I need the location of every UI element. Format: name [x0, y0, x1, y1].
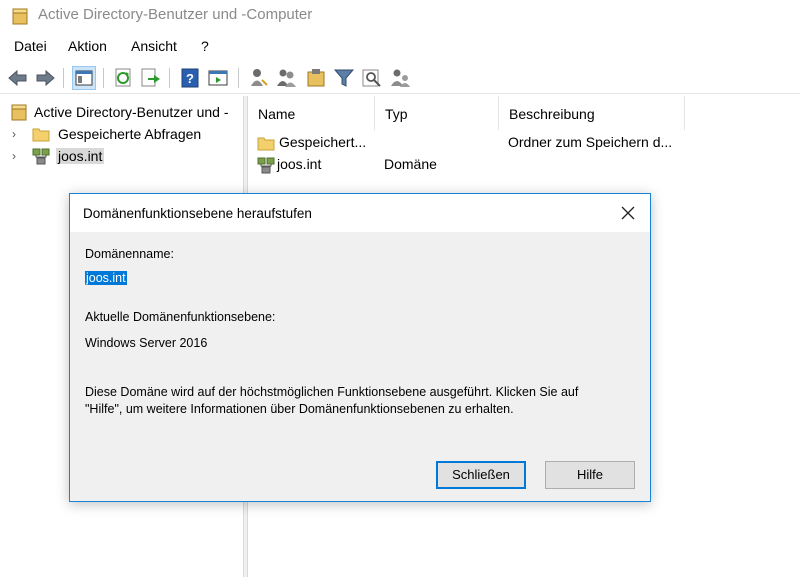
export-list-icon[interactable] [139, 66, 163, 90]
menu-aktion[interactable]: Aktion [68, 38, 107, 54]
domain-icon [32, 148, 50, 165]
window-titlebar: Active Directory-Benutzer und -Computer [0, 0, 800, 32]
show-action-pane-icon[interactable] [206, 66, 230, 90]
show-console-tree-icon[interactable] [72, 66, 96, 90]
column-header-name[interactable]: Name [248, 96, 375, 130]
list-item-name: Gespeichert... [279, 134, 367, 150]
active-directory-root-icon [11, 104, 27, 121]
window-title: Active Directory-Benutzer und -Computer [38, 6, 313, 23]
svg-text:?: ? [186, 71, 194, 86]
add-to-group-icon[interactable] [388, 66, 412, 90]
chevron-right-icon[interactable]: › [12, 149, 24, 163]
list-item-name: joos.int [277, 156, 322, 172]
toolbar-separator [103, 68, 104, 88]
toolbar-separator [63, 68, 64, 88]
tree-root-label: Active Directory-Benutzer und - [34, 104, 229, 120]
create-group-icon[interactable] [275, 66, 299, 90]
list-item[interactable]: Gespeichert... Ordner zum Speichern d... [248, 132, 800, 154]
raise-domain-functional-level-dialog: Domänenfunktionsebene heraufstufen Domän… [69, 193, 651, 502]
folder-icon [257, 137, 275, 151]
dialog-titlebar: Domänenfunktionsebene heraufstufen [70, 194, 650, 232]
close-button[interactable]: Schließen [436, 461, 526, 489]
help-button[interactable]: Hilfe [545, 461, 635, 489]
column-header-type[interactable]: Typ [375, 96, 499, 130]
column-header-description[interactable]: Beschreibung [499, 96, 685, 130]
domain-icon [257, 157, 275, 174]
toolbar-separator [169, 68, 170, 88]
back-icon[interactable] [6, 66, 30, 90]
menu-datei[interactable]: Datei [14, 38, 47, 54]
find-icon[interactable] [360, 66, 384, 90]
folder-icon [32, 128, 50, 142]
info-text-line-1: Diese Domäne wird auf der höchstmögliche… [85, 385, 579, 399]
toolbar: ? [0, 62, 800, 94]
dialog-title: Domänenfunktionsebene heraufstufen [83, 206, 312, 221]
active-directory-app-icon [12, 8, 28, 25]
tree-item-label: Gespeicherte Abfragen [58, 126, 202, 142]
list-item-description: Ordner zum Speichern d... [508, 134, 673, 150]
chevron-right-icon[interactable]: › [12, 127, 24, 141]
menu-ansicht[interactable]: Ansicht [131, 38, 177, 54]
current-level-value: Windows Server 2016 [85, 336, 208, 350]
create-ou-icon[interactable] [304, 66, 328, 90]
create-user-icon[interactable] [247, 66, 271, 90]
list-item[interactable]: joos.int Domäne [248, 154, 800, 176]
filter-icon[interactable] [332, 66, 356, 90]
domain-name-label: Domänenname: [85, 247, 174, 261]
close-icon[interactable] [606, 194, 650, 232]
menu-help[interactable]: ? [201, 38, 209, 54]
help-icon[interactable]: ? [178, 66, 202, 90]
info-text-line-2: "Hilfe", um weitere Informationen über D… [85, 402, 514, 416]
tree-root[interactable]: Active Directory-Benutzer und - [10, 102, 243, 124]
current-level-label: Aktuelle Domänenfunktionsebene: [85, 310, 276, 324]
domain-name-value[interactable]: joos.int [85, 271, 127, 285]
tree-item-label: joos.int [56, 148, 105, 164]
toolbar-separator [238, 68, 239, 88]
menu-bar: Datei Aktion Ansicht ? [0, 36, 800, 58]
list-item-type: Domäne [384, 156, 437, 172]
refresh-icon[interactable] [112, 66, 136, 90]
tree-item-domain[interactable]: › joos.int [12, 146, 243, 168]
forward-icon[interactable] [33, 66, 57, 90]
tree-item-saved-queries[interactable]: › Gespeicherte Abfragen [12, 124, 243, 146]
